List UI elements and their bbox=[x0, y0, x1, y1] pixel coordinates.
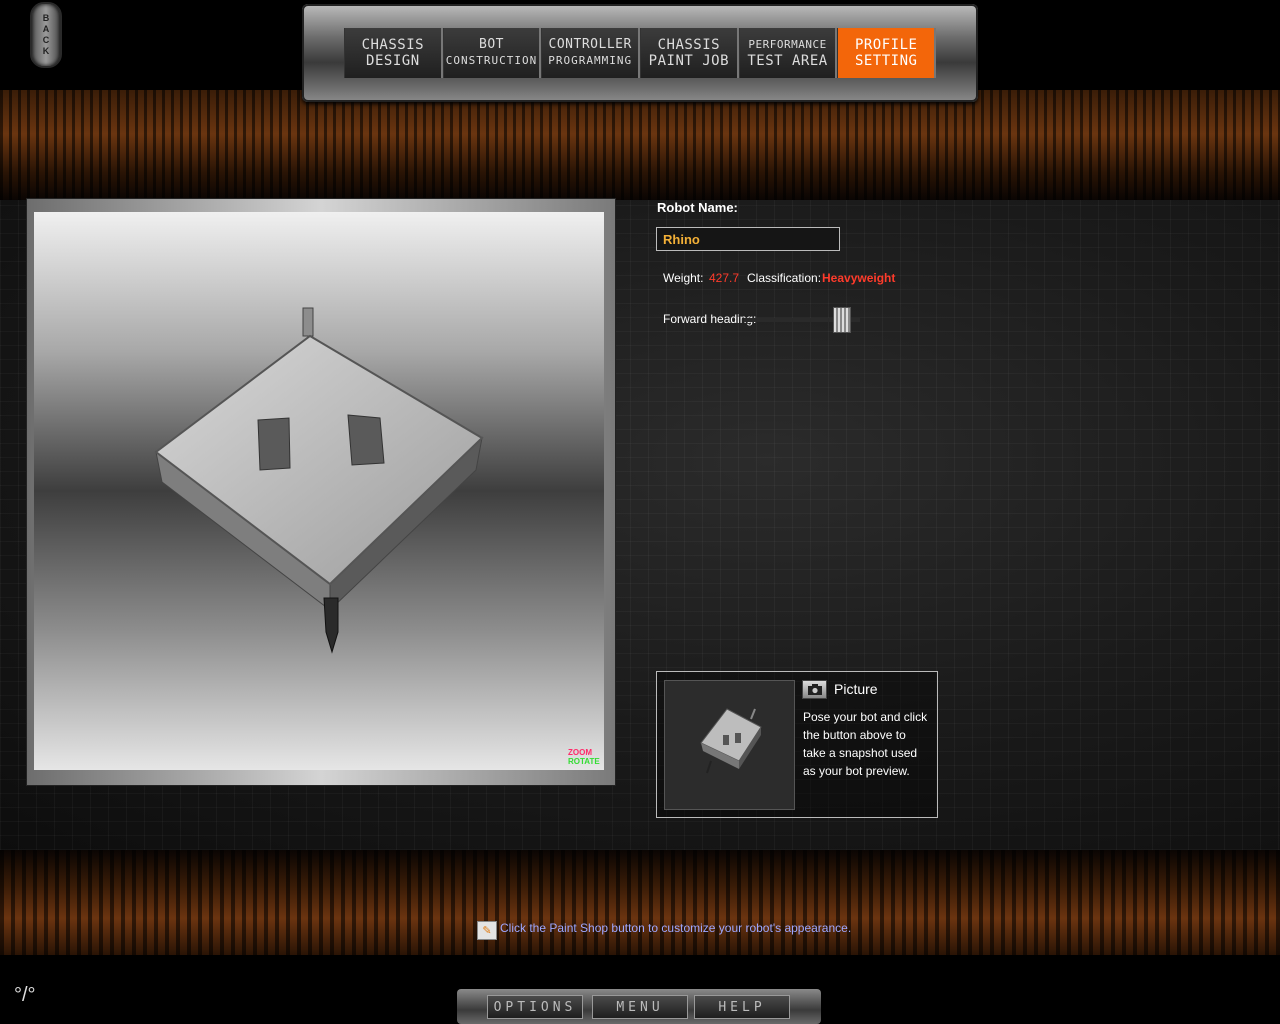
zoom-label: ZOOM bbox=[568, 748, 592, 757]
robot-3d-viewport[interactable] bbox=[34, 212, 604, 770]
tab-label-line1: PROFILE bbox=[854, 37, 918, 53]
tips-icon: ✎ bbox=[477, 921, 497, 940]
corner-logo-icon: °/° bbox=[14, 984, 36, 1006]
tab-label-line2: PROGRAMMING bbox=[548, 54, 633, 67]
top-nav: CHASSIS DESIGN BOT CONSTRUCTION CONTROLL… bbox=[344, 28, 937, 78]
robot-model bbox=[154, 307, 484, 654]
tab-label-line2: PAINT JOB bbox=[648, 53, 730, 69]
tab-chassis-design[interactable]: CHASSIS DESIGN bbox=[344, 28, 443, 78]
tab-label-line1: PERFORMANCE bbox=[748, 38, 827, 51]
tab-label-line1: BOT bbox=[479, 37, 504, 52]
back-button-label: BACK bbox=[41, 13, 51, 57]
bottom-texture-band bbox=[0, 850, 1280, 955]
tab-label-line2: CONSTRUCTION bbox=[445, 54, 538, 67]
top-texture-band bbox=[0, 90, 1280, 200]
tip-text: Click the Paint Shop button to customize… bbox=[500, 921, 852, 935]
tab-label-line1: CONTROLLER bbox=[548, 37, 632, 52]
weight-label: Weight: bbox=[663, 271, 704, 285]
robot-name-input[interactable]: Rhino bbox=[656, 227, 840, 251]
options-button[interactable]: OPTIONS bbox=[487, 995, 583, 1019]
tab-bot-construction[interactable]: BOT CONSTRUCTION bbox=[442, 28, 542, 78]
tab-label-line2: TEST AREA bbox=[747, 53, 828, 69]
bot-preview-thumbnail bbox=[664, 680, 795, 810]
tab-label-line1: CHASSIS bbox=[657, 37, 721, 53]
tab-controller-programming[interactable]: CONTROLLER PROGRAMMING bbox=[541, 28, 641, 78]
picture-description: Pose your bot and click the button above… bbox=[803, 710, 928, 778]
tab-performance-test-area[interactable]: PERFORMANCE TEST AREA bbox=[738, 28, 838, 78]
tab-label-line2: SETTING bbox=[854, 53, 918, 69]
back-button[interactable]: BACK bbox=[30, 2, 62, 68]
camera-icon bbox=[807, 684, 822, 695]
zoom-rotate-control[interactable]: ZOOM ROTATE bbox=[568, 748, 600, 766]
tab-profile-setting[interactable]: PROFILE SETTING bbox=[837, 28, 937, 78]
robot-name-label: Robot Name: bbox=[657, 200, 738, 215]
menu-button[interactable]: MENU bbox=[592, 995, 688, 1019]
preview-robot-image bbox=[700, 708, 762, 774]
classification-value: Heavyweight bbox=[822, 271, 896, 285]
weight-value: 427.7 bbox=[709, 271, 740, 285]
tab-label-line2: DESIGN bbox=[366, 53, 420, 69]
forward-heading-slider-thumb[interactable] bbox=[833, 307, 851, 333]
tab-label-line1: CHASSIS bbox=[361, 37, 425, 53]
picture-title: Picture bbox=[834, 681, 878, 697]
take-picture-button[interactable] bbox=[802, 680, 827, 699]
rotate-label: ROTATE bbox=[568, 757, 600, 766]
forward-heading-label: Forward heading: bbox=[663, 312, 757, 326]
tab-chassis-paint-job[interactable]: CHASSIS PAINT JOB bbox=[640, 28, 739, 78]
help-button[interactable]: HELP bbox=[694, 995, 790, 1019]
classification-label: Classification: bbox=[747, 271, 822, 285]
